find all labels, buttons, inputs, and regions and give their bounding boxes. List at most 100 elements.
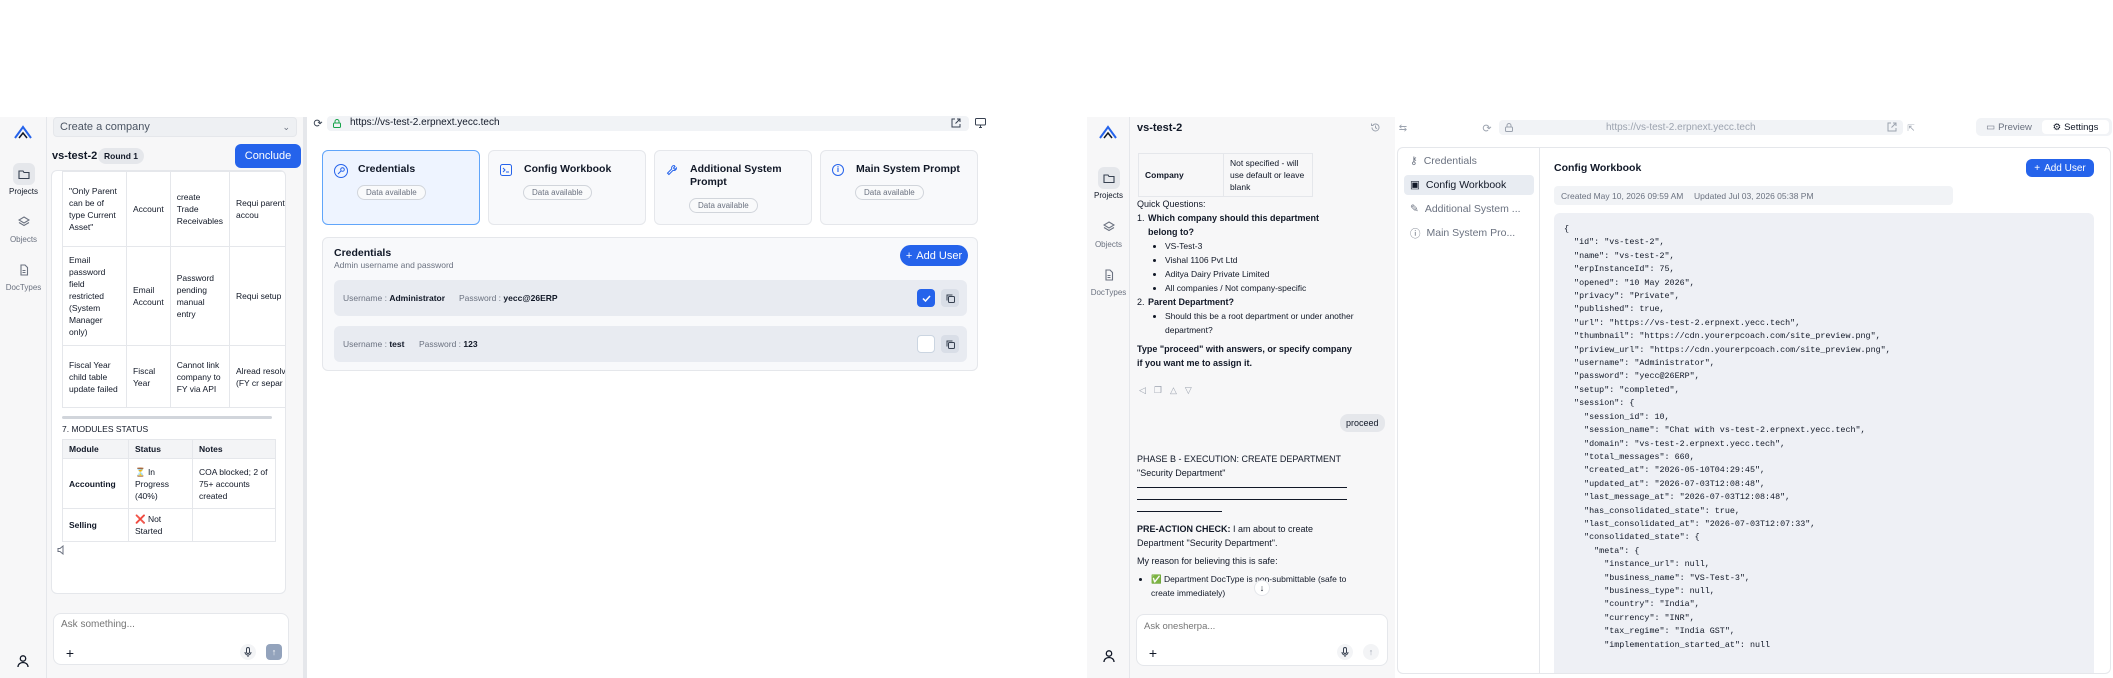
code-line: "updated_at": "2026-07-03T12:08:48", xyxy=(1564,478,1766,489)
company-select[interactable]: Create a company ⌄ xyxy=(53,117,297,137)
bold-text: PRE-ACTION CHECK: xyxy=(1137,524,1231,534)
nav-label: Credentials xyxy=(1423,155,1477,167)
nav-item-main-system-prompt[interactable]: ⓘ Main System Pro... xyxy=(1404,223,1534,243)
send-button[interactable]: ↑ xyxy=(266,644,282,660)
mic-icon[interactable] xyxy=(1337,644,1353,660)
credential-text: Password : 123 xyxy=(419,339,478,349)
view-toggle: ▭ Preview ⚙ Settings xyxy=(1976,118,2112,136)
code-line: "priview_url": "https://cdn.yourerpcoach… xyxy=(1564,344,1891,355)
code-line: { xyxy=(1564,224,1570,234)
rail-label: DocTypes xyxy=(1090,288,1127,297)
refresh-icon[interactable]: ⟳ xyxy=(1479,120,1495,136)
table-cell: ❌ Not Started xyxy=(128,508,193,542)
plus-icon[interactable]: + xyxy=(1145,645,1161,661)
nav-item-additional-system-prompt[interactable]: ✎ Additional System ... xyxy=(1404,199,1534,219)
section-heading: 7. MODULES STATUS xyxy=(62,424,149,434)
question-text: Parent Department? xyxy=(1148,297,1235,307)
nav-item-config-workbook[interactable]: ▣ Config Workbook xyxy=(1404,175,1534,195)
add-user-label: Add User xyxy=(916,249,963,262)
table-cell: Fiscal Year xyxy=(126,345,171,408)
rail-item-objects[interactable]: Objects xyxy=(0,211,47,244)
user-icon[interactable] xyxy=(16,654,30,668)
code-line: "password": "yecc@26ERP", xyxy=(1564,371,1700,382)
chat-panel: Create a company ⌄ vs-test-2 Round 1 Con… xyxy=(47,117,303,678)
thumbs-up-icon[interactable]: △ xyxy=(1170,385,1177,396)
monitor-icon[interactable] xyxy=(975,118,986,128)
table-cell: Email password field restricted (System … xyxy=(62,246,127,346)
list-item: Vishal 1106 Pvt Ltd xyxy=(1165,253,1372,267)
refresh-icon[interactable]: ⟳ xyxy=(312,117,324,130)
list-item: VS-Test-3 xyxy=(1165,239,1372,253)
tile-credentials[interactable]: Credentials Data available xyxy=(322,150,480,225)
copy-icon[interactable] xyxy=(941,335,959,353)
mic-icon[interactable] xyxy=(240,644,256,660)
add-user-button[interactable]: + Add User xyxy=(900,245,968,266)
credential-row: Username : test Password : 123 xyxy=(334,326,967,362)
json-viewer[interactable]: { "id": "vs-test-2", "name": "vs-test-2"… xyxy=(1554,213,2094,673)
url-bar[interactable]: https://vs-test-2.erpnext.yecc.tech xyxy=(1499,120,1903,135)
table-row: Selling ❌ Not Started xyxy=(62,508,276,542)
url-text: https://vs-test-2.erpnext.yecc.tech xyxy=(1606,122,1756,133)
table-cell: Selling xyxy=(62,508,129,542)
copy-icon[interactable] xyxy=(941,289,959,307)
conclude-button[interactable]: Conclude xyxy=(235,144,301,168)
code-line: "thumbnail": "https://cdn.yourerpcoach.c… xyxy=(1564,331,1881,342)
copy-icon[interactable]: ❐ xyxy=(1154,385,1162,396)
rail-item-projects[interactable]: Projects xyxy=(0,163,47,196)
nav-item-credentials[interactable]: ⚷ Credentials xyxy=(1404,151,1499,171)
send-button[interactable]: ↑ xyxy=(1363,644,1379,660)
table-cell: Email Account xyxy=(126,246,171,346)
chat-input[interactable] xyxy=(1144,621,1374,632)
user-icon[interactable] xyxy=(1102,649,1116,663)
code-line: "published": true, xyxy=(1564,304,1665,315)
settings-label: Settings xyxy=(2064,121,2099,133)
rail-item-doctypes[interactable]: DocTypes xyxy=(1087,264,1130,297)
code-line: "instance_url": null, xyxy=(1564,559,1710,570)
thumbs-down-icon[interactable]: ▽ xyxy=(1185,385,1192,396)
cursor-icon[interactable]: ⇱ xyxy=(1903,120,1919,136)
password-label: Password : xyxy=(459,293,502,303)
plus-icon[interactable]: + xyxy=(62,645,78,661)
history-icon[interactable] xyxy=(1370,122,1381,133)
speaker-icon[interactable]: ◁ xyxy=(1139,385,1146,396)
card-subtitle: Admin username and password xyxy=(334,260,454,270)
app-logo[interactable] xyxy=(1099,125,1117,139)
code-line: "last_message_at": "2026-07-03T12:08:48"… xyxy=(1564,492,1791,503)
preview-button[interactable]: ▭ Preview xyxy=(1979,120,2039,134)
rail-item-objects[interactable]: Objects xyxy=(1087,216,1130,249)
url-bar[interactable]: https://vs-test-2.erpnext.yecc.tech xyxy=(327,116,969,131)
message-table: Company Not specified - will use default… xyxy=(1138,153,1313,197)
preview-label: Preview xyxy=(1998,121,2032,133)
select-checkbox[interactable] xyxy=(917,289,935,307)
chat-panel: vs-test-2 Company Not specified - will u… xyxy=(1130,117,1395,678)
rail-item-projects[interactable]: Projects xyxy=(1087,167,1130,200)
settings-button[interactable]: ⚙ Settings xyxy=(2042,120,2109,134)
wrench-icon: ✎ xyxy=(1410,203,1419,215)
table-cell: Company xyxy=(1138,153,1224,197)
tile-config-workbook[interactable]: Config Workbook Data available xyxy=(488,150,646,225)
tile-title: Additional System Prompt xyxy=(690,163,782,188)
code-line: "id": "vs-test-2", xyxy=(1564,237,1665,248)
credential-text: Username : test xyxy=(343,339,404,349)
code-line: "session": { xyxy=(1564,398,1635,409)
external-link-icon[interactable] xyxy=(951,118,961,128)
rail-item-doctypes[interactable]: DocTypes xyxy=(0,259,47,292)
tile-title: Config Workbook xyxy=(524,163,612,175)
app-logo[interactable] xyxy=(14,125,32,139)
swap-icon[interactable]: ⇆ xyxy=(1395,120,1411,136)
select-checkbox[interactable] xyxy=(917,335,935,353)
username-label: Username : xyxy=(343,339,387,349)
add-user-button[interactable]: + Add User xyxy=(2026,159,2094,177)
tile-additional-system-prompt[interactable]: Additional System Prompt Data available xyxy=(654,150,812,225)
terminal-icon xyxy=(500,164,512,176)
horizontal-scrollbar[interactable] xyxy=(62,416,272,419)
tile-main-system-prompt[interactable]: i Main System Prompt Data available xyxy=(820,150,978,225)
divider xyxy=(1137,488,1347,500)
scroll-down-button[interactable]: ↓ xyxy=(1254,580,1270,596)
speaker-icon[interactable] xyxy=(57,545,67,555)
table-row: Email password field restricted (System … xyxy=(62,246,285,346)
list-item: ✅ Department DocType is non-submittable … xyxy=(1151,572,1352,600)
chat-input[interactable] xyxy=(61,619,281,630)
settings-frame: ⚷ Credentials ▣ Config Workbook ✎ Additiona… xyxy=(1397,147,2111,674)
external-link-icon[interactable] xyxy=(1887,122,1897,132)
